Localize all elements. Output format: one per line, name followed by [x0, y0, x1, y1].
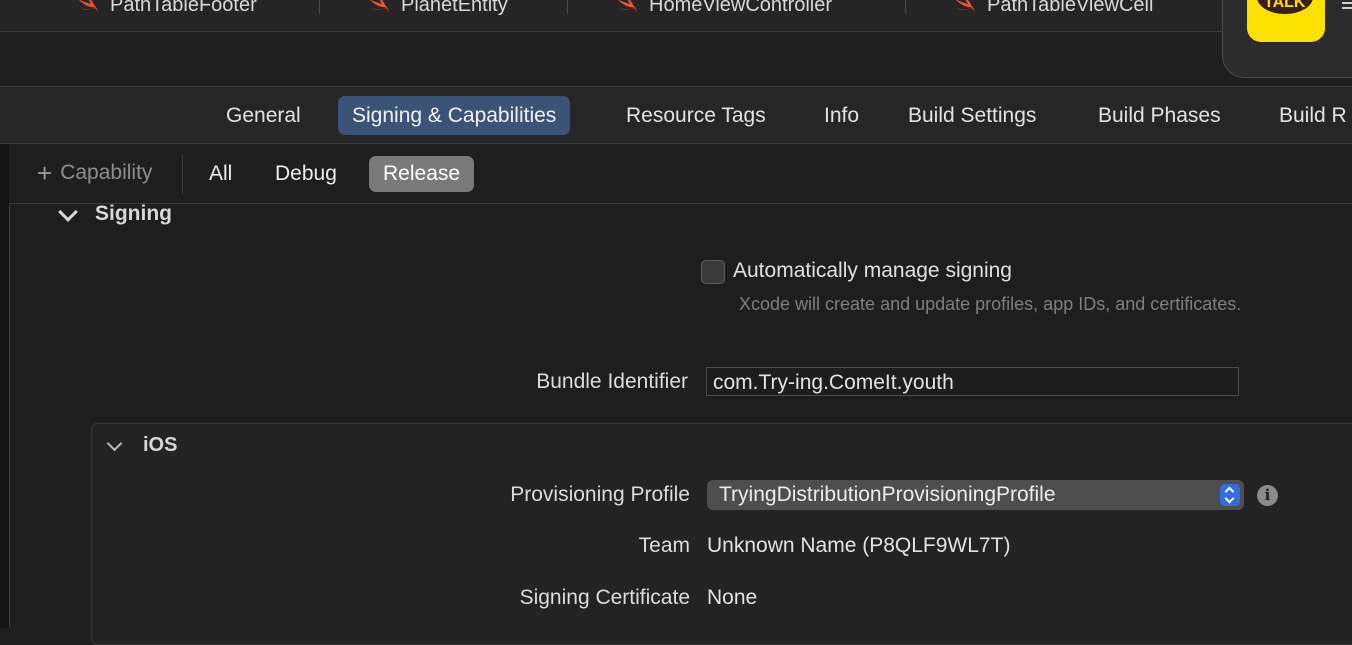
- auto-manage-checkbox[interactable]: [701, 260, 725, 284]
- add-capability-button[interactable]: + Capability: [37, 158, 153, 188]
- swift-icon: [370, 0, 389, 14]
- file-tab[interactable]: HomeViewController: [615, 0, 832, 20]
- team-value: Unknown Name (P8QLF9WL7T): [707, 534, 1011, 557]
- swift-icon: [618, 0, 637, 14]
- toolbar-area: [0, 32, 1352, 87]
- file-tab[interactable]: PathTableFooter: [76, 0, 257, 20]
- signing-certificate-label: Signing Certificate: [519, 586, 690, 609]
- auto-manage-label: Automatically manage signing: [733, 259, 1012, 282]
- divider: [182, 154, 183, 194]
- info-icon[interactable]: i: [1257, 485, 1278, 506]
- file-tab-label: PlanetEntity: [401, 0, 508, 16]
- editor-tab-bar: General Signing & Capabilities Resource …: [0, 87, 1352, 144]
- tab-info[interactable]: Info: [810, 96, 873, 135]
- tab-build-settings[interactable]: Build Settings: [894, 96, 1050, 135]
- menu-icon[interactable]: [1342, 2, 1352, 4]
- file-tab[interactable]: PathTableViewCell: [953, 0, 1153, 20]
- file-tab-strip: PathTableFooter PlanetEntity HomeViewCon…: [0, 0, 1352, 32]
- auto-manage-hint: Xcode will create and update profiles, a…: [739, 294, 1242, 314]
- tab-build-rules[interactable]: Build R: [1265, 96, 1352, 135]
- team-label: Team: [638, 534, 690, 557]
- file-tab-label: PathTableFooter: [110, 0, 257, 16]
- tab-resource-tags[interactable]: Resource Tags: [612, 96, 780, 135]
- left-gutter: [0, 144, 10, 628]
- tab-divider: [319, 0, 320, 14]
- config-all[interactable]: All: [195, 156, 246, 192]
- capability-bar: + Capability All Debug Release: [9, 144, 1352, 204]
- file-tab[interactable]: PlanetEntity: [367, 0, 508, 20]
- swift-icon: [956, 0, 975, 14]
- provisioning-profile-value: TryingDistributionProvisioningProfile: [719, 483, 1056, 506]
- provisioning-profile-label: Provisioning Profile: [510, 483, 690, 506]
- file-tab-label: HomeViewController: [649, 0, 833, 16]
- popup-stepper-icon: [1220, 484, 1240, 506]
- tab-signing-capabilities[interactable]: Signing & Capabilities: [338, 96, 571, 135]
- signing-section-title: Signing: [95, 202, 172, 225]
- swift-icon: [79, 0, 98, 14]
- tab-general[interactable]: General: [212, 96, 315, 135]
- ios-section-title: iOS: [143, 434, 178, 456]
- config-release[interactable]: Release: [369, 156, 475, 192]
- plus-icon: +: [37, 158, 53, 188]
- tab-build-phases[interactable]: Build Phases: [1084, 96, 1235, 135]
- config-debug[interactable]: Debug: [261, 156, 351, 192]
- signing-certificate-value: None: [707, 586, 758, 609]
- add-capability-label: Capability: [60, 161, 153, 184]
- chevron-down-icon[interactable]: [58, 202, 78, 222]
- file-tab-label: PathTableViewCell: [987, 0, 1154, 16]
- provisioning-profile-popup[interactable]: TryingDistributionProvisioningProfile: [707, 480, 1244, 510]
- bundle-identifier-label: Bundle Identifier: [536, 370, 688, 393]
- bundle-identifier-field[interactable]: com.Try-ing.ComeIt.youth: [706, 367, 1239, 396]
- talk-icon-label: TALK: [1264, 0, 1306, 11]
- tab-divider: [905, 0, 906, 14]
- tab-divider: [567, 0, 568, 14]
